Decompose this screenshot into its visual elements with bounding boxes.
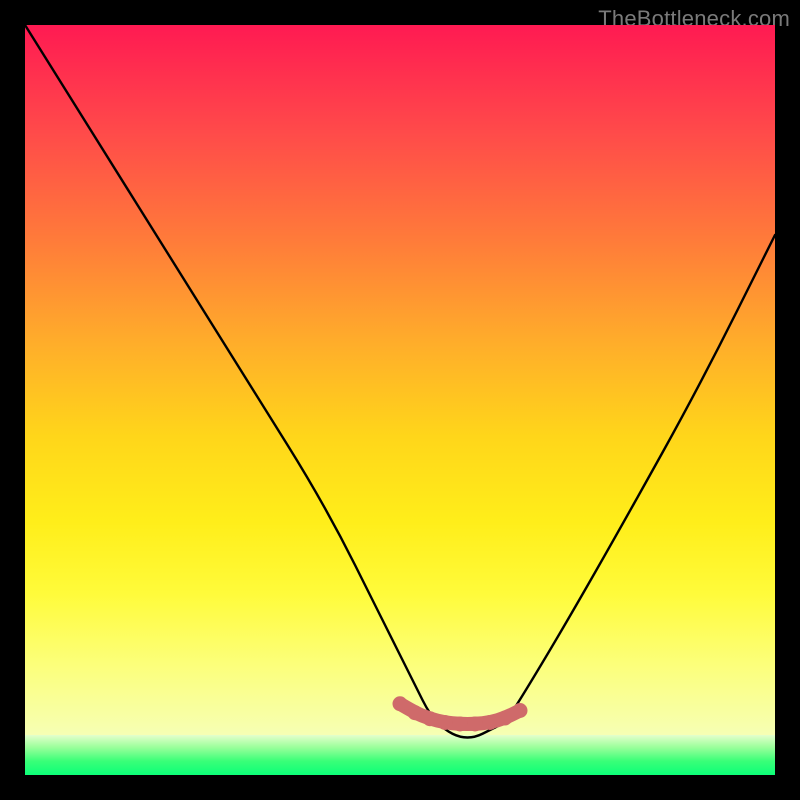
optimal-range-dot bbox=[453, 717, 468, 732]
chart-plot-area bbox=[25, 25, 775, 775]
optimal-range-dot bbox=[423, 711, 438, 726]
chart-svg bbox=[25, 25, 775, 775]
optimal-range-dot bbox=[498, 711, 513, 726]
bottleneck-curve bbox=[25, 25, 775, 738]
optimal-range-dot bbox=[408, 705, 423, 720]
optimal-range-dot bbox=[483, 715, 498, 730]
optimal-range-dot bbox=[468, 717, 483, 732]
optimal-range-dots bbox=[393, 696, 528, 731]
optimal-range-dot bbox=[438, 715, 453, 730]
optimal-range-dot bbox=[393, 696, 408, 711]
optimal-range-dot bbox=[513, 703, 528, 718]
